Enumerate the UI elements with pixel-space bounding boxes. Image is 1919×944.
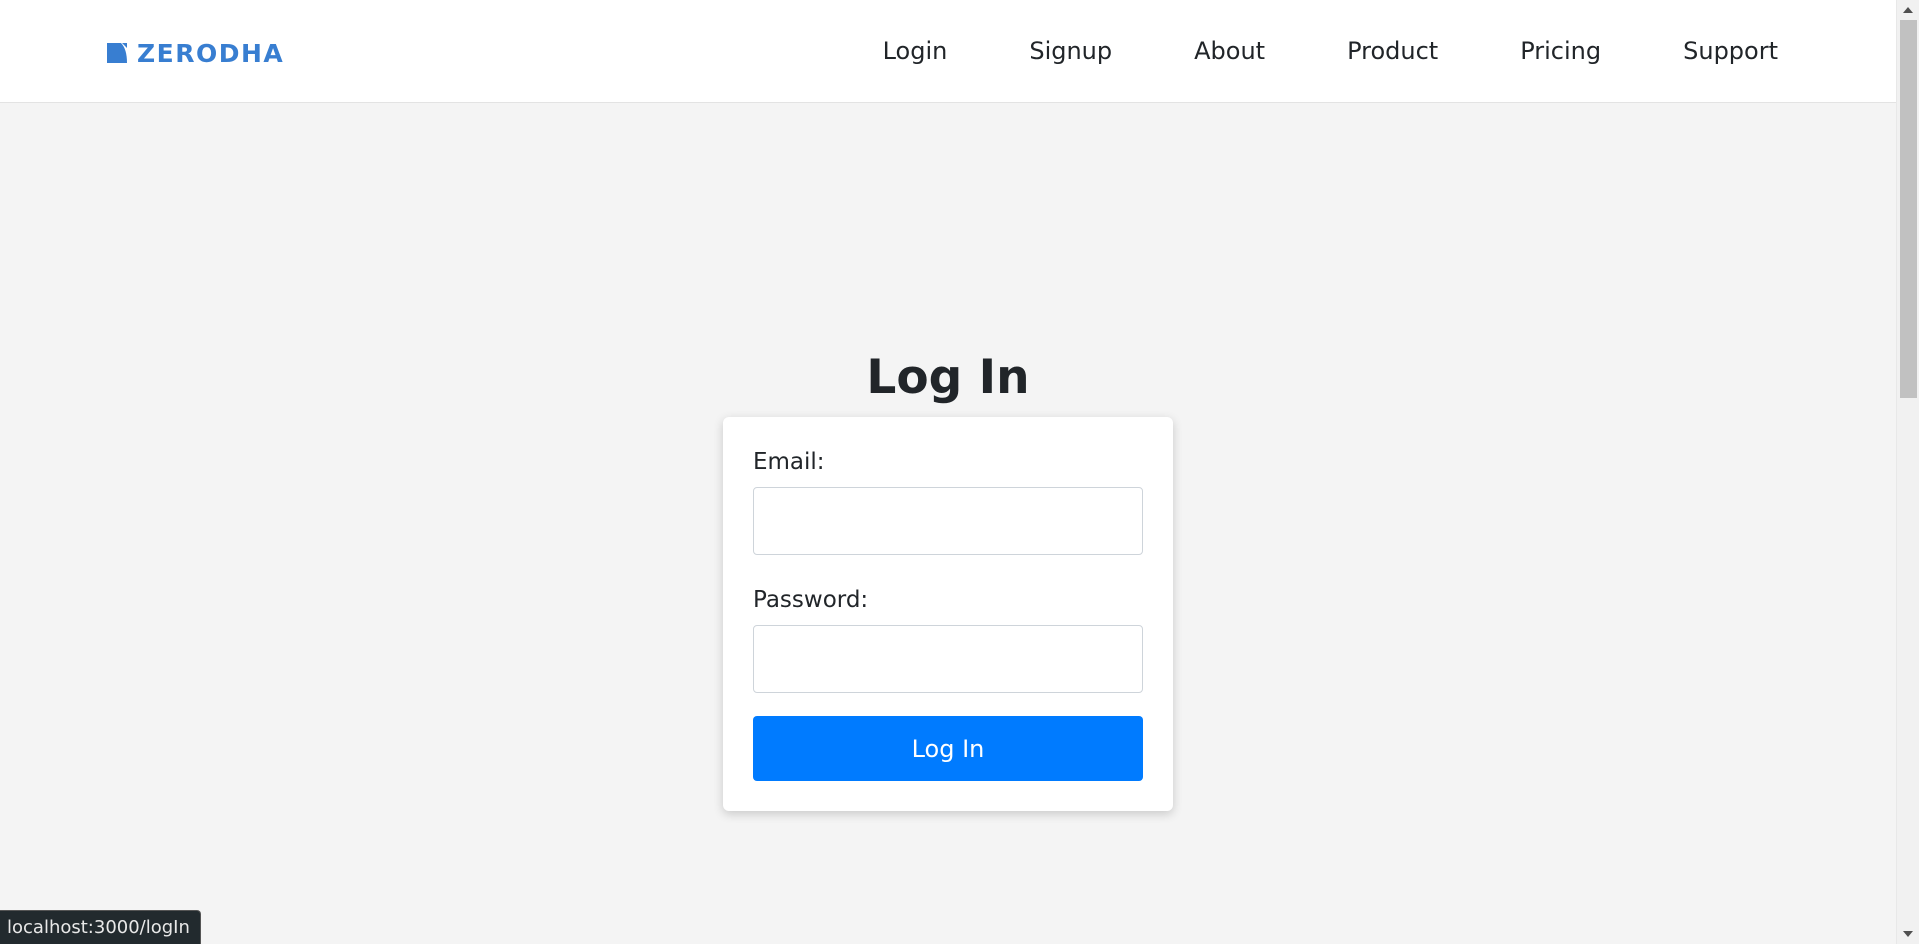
nav-item-signup[interactable]: Signup [988,33,1153,69]
nav-item-pricing[interactable]: Pricing [1479,33,1642,69]
zerodha-logo-icon [107,43,127,63]
status-bar-url: localhost:3000/logIn [0,910,201,944]
vertical-scrollbar[interactable] [1896,0,1919,944]
scroll-thumb[interactable] [1900,20,1917,398]
page-title: Log In [866,350,1030,405]
brand-name: ZERODHA [137,38,285,68]
login-submit-button[interactable]: Log In [753,716,1143,781]
email-label: Email: [753,449,825,475]
page: ZERODHA Login Signup About Product Prici… [0,0,1919,944]
scroll-up-arrow-icon[interactable] [1897,0,1919,20]
password-field[interactable] [753,625,1143,693]
scroll-down-arrow-icon[interactable] [1897,924,1919,944]
email-group: Email: [753,447,1143,555]
password-group: Password: [753,585,1143,693]
nav-links: Login Signup About Product Pricing Suppo… [842,33,1778,69]
nav-item-login[interactable]: Login [842,33,989,69]
password-label: Password: [753,587,869,613]
login-form: Email: Password: Log In [723,417,1173,811]
nav-item-about[interactable]: About [1153,33,1306,69]
brand-logo[interactable]: ZERODHA [105,38,284,68]
navbar: ZERODHA Login Signup About Product Prici… [0,0,1896,103]
email-field[interactable] [753,487,1143,555]
nav-item-product[interactable]: Product [1306,33,1479,69]
nav-item-support[interactable]: Support [1642,33,1778,69]
